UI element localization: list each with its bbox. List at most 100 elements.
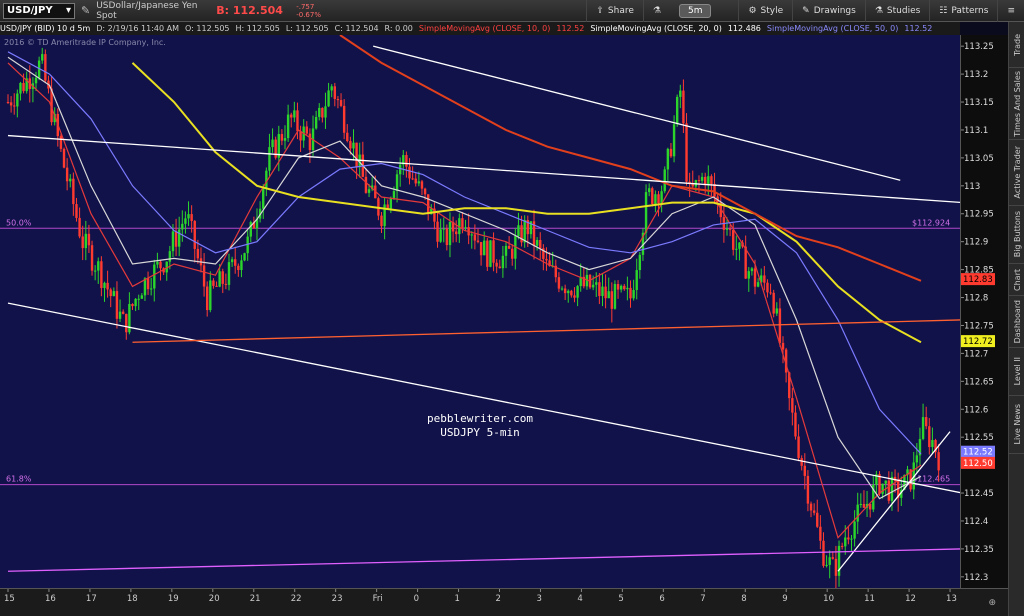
side-tab-big-buttons[interactable]: Big Buttons bbox=[1009, 206, 1024, 264]
candle-body bbox=[121, 311, 125, 314]
candle-body bbox=[473, 234, 477, 241]
candle-body bbox=[352, 142, 355, 149]
trendline bbox=[7, 134, 960, 204]
candle-body bbox=[747, 271, 750, 279]
drawings-button[interactable]: ✎ Drawings bbox=[792, 0, 865, 22]
sma50-label[interactable]: SimpleMovingAvg (CLOSE, 50, 0) bbox=[767, 24, 898, 33]
hamburger-icon: ≡ bbox=[1007, 6, 1015, 16]
candle-body bbox=[9, 102, 13, 106]
candle-body bbox=[243, 253, 246, 261]
flask-button[interactable]: ⚗ bbox=[642, 0, 670, 22]
candle-body bbox=[81, 236, 84, 249]
candle-body bbox=[607, 291, 610, 299]
candle-body bbox=[218, 271, 221, 287]
candle-body bbox=[750, 268, 754, 272]
x-tick-label: 20 bbox=[209, 594, 220, 604]
candle-body bbox=[16, 93, 19, 107]
side-tab-active-trader[interactable]: Active Trader bbox=[1009, 140, 1024, 206]
candle-body bbox=[75, 204, 78, 218]
candle-body bbox=[591, 284, 595, 288]
bid-price: B: 112.504 bbox=[216, 4, 283, 17]
candle-body bbox=[763, 275, 766, 283]
candle-body bbox=[626, 287, 629, 290]
candle-body bbox=[576, 286, 579, 298]
candle-body bbox=[290, 114, 293, 118]
candle-body bbox=[445, 228, 449, 246]
side-tab-label: Chart bbox=[1012, 268, 1022, 291]
y-tick-label: 112.6 bbox=[964, 405, 988, 415]
candle-body bbox=[700, 176, 704, 181]
candle-body bbox=[455, 231, 458, 235]
link-icon[interactable]: ✎ bbox=[81, 4, 90, 17]
candle-body bbox=[803, 465, 806, 476]
x-tick-label: 10 bbox=[823, 594, 834, 604]
side-tab-live-news[interactable]: Live News bbox=[1009, 396, 1024, 454]
candle-body bbox=[775, 308, 778, 314]
side-tab-chart[interactable]: Chart bbox=[1009, 264, 1024, 296]
price-axis[interactable]: 113.25 113.2 113.15 113.1 113.05 113 112.95 112… bbox=[960, 35, 1008, 588]
x-tick-label: 22 bbox=[291, 594, 302, 604]
candle-body bbox=[333, 86, 337, 99]
price-marker-label: 112.72 bbox=[963, 337, 993, 347]
side-tab-label: Live News bbox=[1012, 404, 1022, 445]
style-button[interactable]: ⚙ Style bbox=[738, 0, 792, 22]
y-tick-label: 112.3 bbox=[964, 573, 988, 583]
y-tick-label: 112.65 bbox=[964, 377, 994, 387]
share-icon: ⇪ bbox=[596, 6, 604, 16]
x-tick-label: 4 bbox=[577, 594, 582, 604]
candle-body bbox=[850, 538, 853, 540]
candle-body bbox=[367, 189, 371, 193]
share-button[interactable]: ⇪ Share bbox=[586, 0, 643, 22]
candle-body bbox=[797, 436, 800, 459]
candle-body bbox=[65, 167, 69, 182]
chart-canvas[interactable]: 50.0% $112.924 61.8% $112.465 bbox=[0, 35, 960, 588]
price-change: -.757 -0.67% bbox=[296, 3, 336, 19]
candle-body bbox=[753, 268, 757, 287]
candle-body bbox=[682, 90, 685, 124]
candle-body bbox=[828, 557, 831, 565]
candle-body bbox=[262, 187, 265, 209]
candle-body bbox=[563, 288, 567, 294]
candle-body bbox=[507, 245, 511, 249]
candle-body bbox=[146, 278, 150, 290]
sma10-label[interactable]: SimpleMovingAvg (CLOSE, 10, 0) bbox=[419, 24, 550, 33]
side-tab-dashboard[interactable]: Dashboard bbox=[1009, 296, 1024, 348]
trendline bbox=[373, 45, 901, 181]
candle-body bbox=[732, 229, 735, 250]
timeframe-selector[interactable]: 5m bbox=[670, 0, 739, 22]
studies-button[interactable]: ⚗ Studies bbox=[864, 0, 929, 22]
watermark-line2: USDJPY 5-min bbox=[440, 426, 520, 439]
candle-body bbox=[395, 174, 399, 192]
time-axis[interactable]: 15 16 17 18 19 20 21 22 23 Fri 0 1 2 3 4 5 6 7 8 9 10 11 12 13 … bbox=[0, 588, 1008, 616]
y-tick-label: 113.25 bbox=[964, 42, 994, 52]
y-tick-label: 112.9 bbox=[964, 238, 988, 248]
symbol-selector[interactable]: USD/JPY ▾ bbox=[3, 2, 75, 19]
candle-body bbox=[560, 288, 564, 290]
candle-body bbox=[93, 270, 97, 272]
x-tick-label: 16 bbox=[45, 594, 56, 604]
x-tick-label: 6 bbox=[659, 594, 664, 604]
candle-body bbox=[34, 77, 38, 84]
side-tab-level-ii[interactable]: Level II bbox=[1009, 348, 1024, 396]
moving-average-line bbox=[131, 62, 922, 344]
candle-body bbox=[666, 148, 670, 170]
change-abs: -.757 bbox=[296, 2, 315, 11]
side-tab-trade[interactable]: Trade bbox=[1009, 22, 1024, 68]
sma20-label[interactable]: SimpleMovingAvg (CLOSE, 20, 0) bbox=[590, 24, 721, 33]
candle-body bbox=[470, 234, 473, 236]
patterns-button[interactable]: ☷ Patterns bbox=[929, 0, 997, 22]
zoom-icon[interactable]: ⊕ bbox=[988, 598, 996, 608]
candle-body bbox=[318, 107, 321, 118]
candle-body bbox=[84, 233, 88, 249]
side-tab-times-and-sales[interactable]: Times And Sales bbox=[1009, 68, 1024, 140]
menu-button[interactable]: ≡ bbox=[997, 0, 1024, 22]
y-tick-label: 112.55 bbox=[964, 433, 994, 443]
x-tick-label: 5 bbox=[618, 594, 623, 604]
chevron-down-icon: ▾ bbox=[65, 5, 71, 16]
candle-body bbox=[221, 271, 224, 284]
candle-body bbox=[215, 285, 218, 287]
candle-body bbox=[293, 110, 296, 118]
x-tick-label: Fri bbox=[373, 594, 383, 604]
candle-body bbox=[769, 292, 772, 294]
price-chart[interactable]: 50.0% $112.924 61.8% $112.465 2016 © TD Ame… bbox=[0, 35, 960, 588]
